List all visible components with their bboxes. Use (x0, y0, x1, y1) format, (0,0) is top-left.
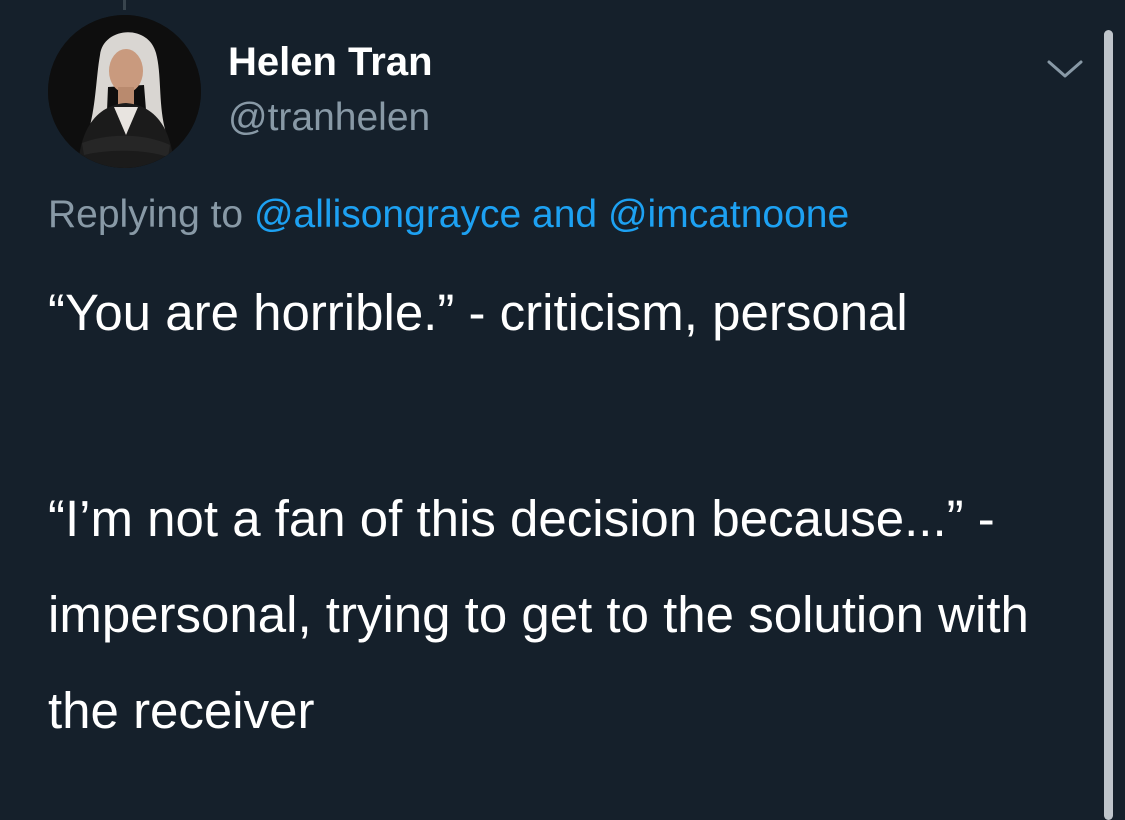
chevron-down-icon[interactable] (1046, 54, 1084, 84)
author-name[interactable]: Helen Tran (228, 40, 433, 85)
mention-link-imcatnoone[interactable]: @imcatnoone (608, 193, 849, 236)
tweet-paragraph: “I’m not a fan of this decision because.… (48, 490, 1029, 739)
thread-connector-line (123, 0, 126, 10)
mention-link-allisongrayce[interactable]: @allisongrayce (254, 193, 521, 236)
author-handle[interactable]: @tranhelen (228, 96, 430, 140)
tweet-paragraph: “You are horrible.” - criticism, persona… (48, 284, 908, 341)
replying-to-line: Replying to @allisongrayce and @imcatnoo… (48, 193, 849, 237)
avatar[interactable] (48, 15, 201, 168)
replying-prefix: Replying to (48, 193, 244, 236)
scrollbar[interactable] (1104, 30, 1113, 820)
mention-conjunction: and (532, 193, 598, 236)
